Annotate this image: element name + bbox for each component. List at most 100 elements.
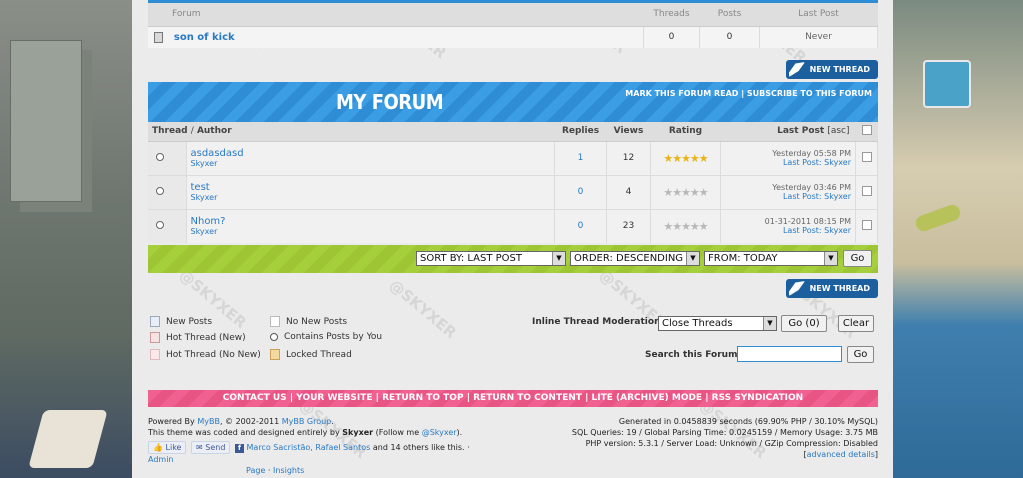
thread-rating[interactable]: ★★★★★	[650, 174, 721, 209]
thread-author-link[interactable]: Skyxer	[191, 193, 551, 202]
thread-icon-cell	[148, 174, 187, 209]
new-thread-button-top[interactable]: NEW THREAD	[786, 60, 878, 79]
stats-line-3: PHP version: 5.3.1 / Server Load: Unknow…	[585, 439, 878, 448]
fb-separator: ·	[467, 443, 470, 452]
thread-replies[interactable]: 1	[554, 140, 607, 175]
thread-replies[interactable]: 0	[554, 174, 607, 209]
last-post-label[interactable]: Last Post:	[783, 158, 822, 167]
thread-title-link[interactable]: asdasdasd	[191, 148, 551, 159]
thread-icon-cell	[148, 208, 187, 243]
sort-go-button[interactable]: Go	[843, 250, 872, 267]
contact-us-link[interactable]: CONTACT US	[223, 393, 287, 403]
thread-row: Nhom? Skyxer 0 23 ★★★★★ 01-31-2011 08:15…	[148, 208, 878, 243]
select-all-checkbox[interactable]	[861, 124, 872, 135]
like-label: Like	[165, 443, 182, 452]
legend-hot-thread-no-new: Hot Thread (No New)	[166, 349, 261, 360]
thread-title-cell: Nhom? Skyxer	[186, 208, 555, 243]
your-website-link[interactable]: YOUR WEBSITE	[296, 393, 372, 403]
twitter-link[interactable]: @Skyxer	[422, 428, 457, 437]
thread-rating[interactable]: ★★★★★	[650, 208, 721, 243]
sort-by-select[interactable]: SORT BY: LAST POST ▼	[416, 251, 566, 266]
thread-select-cell	[855, 140, 878, 175]
thread-author-link[interactable]: Skyxer	[191, 227, 551, 236]
sort-bar: SORT BY: LAST POST ▼ ORDER: DESCENDING ▼…	[148, 245, 878, 273]
hot-thread-new-icon	[150, 332, 160, 343]
thread-title-cell: test Skyxer	[186, 174, 555, 209]
stats-line-1: Generated in 0.0458839 seconds (69.90% P…	[618, 417, 878, 426]
order-value: ORDER: DESCENDING	[574, 253, 684, 264]
from-select[interactable]: FROM: TODAY ▼	[704, 251, 838, 266]
return-to-content-link[interactable]: RETURN TO CONTENT	[473, 393, 582, 403]
follow-text: (Follow me	[375, 428, 420, 437]
thread-views: 4	[606, 174, 651, 209]
last-post-author[interactable]: Skyxer	[824, 192, 851, 201]
mybb-group-link[interactable]: MyBB Group	[282, 417, 332, 426]
subforum-table: Forum Threads Posts Last Post son of kic…	[148, 0, 878, 48]
thread-author-link[interactable]: Skyxer	[191, 159, 551, 168]
thread-replies[interactable]: 0	[554, 208, 607, 243]
last-post-author[interactable]: Skyxer	[824, 226, 851, 235]
thread-last-post: Yesterday 03:46 PM Last Post: Skyxer	[720, 174, 856, 209]
last-post-label[interactable]: Last Post:	[783, 226, 822, 235]
col-thread[interactable]: Thread	[152, 126, 188, 136]
col-last-post: Last Post [asc]	[720, 122, 856, 142]
thread-checkbox[interactable]	[861, 185, 872, 196]
mark-forum-read-link[interactable]: MARK THIS FORUM READ	[625, 89, 738, 98]
moderation-select[interactable]: Close Threads ▼	[658, 316, 777, 331]
new-thread-button-bottom[interactable]: NEW THREAD	[786, 279, 878, 298]
mybb-link[interactable]: MyBB	[197, 417, 220, 426]
last-post-date: Yesterday 05:58 PM	[772, 149, 851, 158]
admin-page-link[interactable]: Admin	[148, 455, 174, 464]
col-last-post-label[interactable]: Last Post	[777, 126, 824, 136]
thread-select-cell	[855, 174, 878, 209]
last-post-label[interactable]: Last Post:	[783, 192, 822, 201]
col-select-all	[855, 122, 878, 142]
search-input[interactable]	[737, 346, 842, 362]
advanced-details-link[interactable]: advanced details	[807, 450, 875, 459]
last-post-author[interactable]: Skyxer	[824, 158, 851, 167]
order-select[interactable]: ORDER: DESCENDING ▼	[570, 251, 700, 266]
thread-status-icon	[156, 186, 164, 195]
insights-link[interactable]: Insights	[273, 466, 304, 475]
thread-title-link[interactable]: test	[191, 182, 551, 193]
send-button[interactable]: ✉ Send	[191, 441, 231, 454]
send-label: Send	[205, 443, 226, 452]
thread-checkbox[interactable]	[861, 151, 872, 162]
footer-link-bar: CONTACT US | YOUR WEBSITE | RETURN TO TO…	[148, 390, 878, 407]
like-button[interactable]: 👍 Like	[148, 441, 187, 454]
thread-views: 12	[606, 140, 651, 175]
thread-title-link[interactable]: Nhom?	[191, 216, 551, 227]
thread-last-post: Yesterday 05:58 PM Last Post: Skyxer	[720, 140, 856, 175]
col-threads: Threads	[643, 3, 700, 27]
rss-link[interactable]: RSS SYNDICATION	[712, 393, 804, 403]
copyright-text: , © 2002-2011	[219, 417, 280, 426]
thread-title-cell: asdasdasd Skyxer	[186, 140, 555, 175]
new-thread-label: NEW THREAD	[809, 284, 870, 293]
hot-thread-no-new-icon	[150, 349, 160, 360]
thread-status-icon	[156, 220, 164, 229]
lite-mode-link[interactable]: LITE (ARCHIVE) MODE	[592, 393, 703, 403]
col-thread-author: Thread / Author	[148, 122, 555, 142]
col-views[interactable]: Views	[606, 122, 651, 142]
col-rating[interactable]: Rating	[650, 122, 721, 142]
col-author[interactable]: Author	[197, 126, 232, 136]
thread-status-icon	[156, 152, 164, 161]
search-go-button[interactable]: Go	[847, 346, 874, 363]
stats-line-2: SQL Queries: 19 / Global Parsing Time: 0…	[571, 428, 878, 437]
return-to-top-link[interactable]: RETURN TO TOP	[382, 393, 463, 403]
col-replies[interactable]: Replies	[554, 122, 607, 142]
rating-stars-0: ★★★★★	[663, 185, 708, 199]
moderation-clear-button[interactable]: Clear	[838, 315, 874, 332]
fb-names-link[interactable]: Marco Sacristão, Rafael Santos	[247, 443, 371, 452]
facebook-icon: f	[234, 444, 244, 453]
subforum-link[interactable]: son of kick	[174, 32, 235, 43]
sort-asc-link[interactable]: [asc]	[827, 126, 849, 136]
thread-rating[interactable]: ★★★★★	[650, 140, 721, 175]
chevron-down-icon: ▼	[763, 317, 776, 330]
thread-checkbox[interactable]	[861, 219, 872, 230]
subscribe-forum-link[interactable]: SUBSCRIBE TO THIS FORUM	[747, 89, 872, 98]
credits: Powered By MyBB, © 2002-2011 MyBB Group.…	[148, 416, 488, 476]
moderation-go-button[interactable]: Go (0)	[781, 315, 827, 332]
subforum-name-cell: son of kick	[148, 26, 644, 48]
page-link[interactable]: Page	[246, 466, 265, 475]
